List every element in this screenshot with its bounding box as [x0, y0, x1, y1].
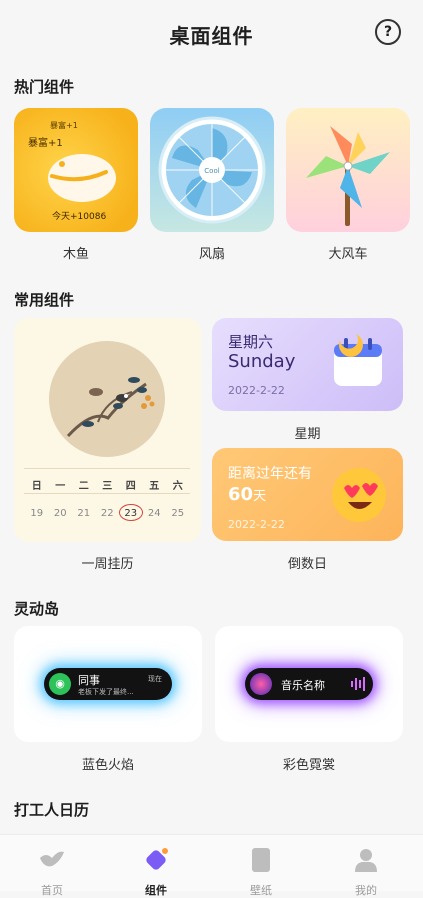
countdown-caption: 倒数日: [287, 557, 327, 572]
wooden-fish-icon: [48, 154, 116, 202]
fan-brand-label: Cool: [204, 167, 219, 175]
weekday-cn: 星期六: [228, 333, 274, 351]
section-title-worker: 打工人日历: [14, 801, 90, 819]
profile-icon: [355, 849, 377, 872]
wallpaper-icon: [252, 848, 270, 872]
blue-flame-time: 现在: [148, 675, 162, 683]
muyu-caption: 木鱼: [62, 247, 89, 262]
calendar-moon-icon: [334, 334, 382, 386]
countdown-date: 2022-2-22: [228, 518, 285, 531]
bottom-tab-bar: 首页 组件 壁纸 我的: [0, 834, 423, 897]
muyu-small-text-1: 暴富+1: [50, 121, 78, 130]
blue-flame-subtitle: 老板下发了最终...: [78, 688, 134, 696]
weekday-caption: 星期: [294, 427, 321, 442]
blue-flame-caption: 蓝色火焰: [81, 758, 134, 773]
heart-eyes-emoji-icon: [332, 468, 386, 522]
section-title-hot: 热门组件: [14, 78, 75, 96]
flower-bird-painting-icon: [49, 341, 165, 457]
rainbow-caption: 彩色霓裳: [282, 758, 335, 773]
countdown-title: 距离过年还有: [228, 466, 312, 482]
fan-caption: 风扇: [198, 247, 225, 262]
windmill-caption: 大风车: [328, 247, 368, 262]
section-title-island: 灵动岛: [14, 600, 60, 618]
today-circle: 23: [119, 504, 143, 521]
blue-flame-widget-card[interactable]: ◉ 同事 老板下发了最终... 现在: [14, 626, 202, 742]
fan-widget-card[interactable]: Cool: [150, 108, 274, 232]
weekday-en: Sunday: [228, 351, 296, 372]
week-calendar-caption: 一周挂历: [81, 557, 134, 572]
bird-icon: [40, 851, 64, 867]
muyu-widget-card[interactable]: 暴富+1 暴富+1 今天+10086: [14, 108, 138, 232]
wechat-icon: ◉: [49, 673, 71, 695]
weekday-header: 日一二三四五六: [31, 481, 183, 492]
week-days-row: 19 20 21 22 23 24 25: [25, 504, 191, 521]
section-title-common: 常用组件: [14, 291, 75, 309]
countdown-widget-card[interactable]: 距离过年还有 60天 2022-2-22: [212, 448, 403, 541]
blue-flame-pill: ◉ 同事 老板下发了最终... 现在: [44, 668, 172, 700]
tab-wallpaper[interactable]: 壁纸: [221, 835, 301, 897]
muyu-today-count: 今天+10086: [52, 212, 107, 222]
widget-icon: [146, 848, 168, 870]
help-icon[interactable]: ?: [375, 19, 401, 45]
windmill-widget-card[interactable]: [286, 108, 410, 232]
weekday-date: 2022-2-22: [228, 384, 285, 397]
page-title: 桌面组件: [169, 24, 254, 48]
tab-home[interactable]: 首页: [12, 835, 92, 897]
tab-widgets[interactable]: 组件: [116, 835, 196, 897]
blue-flame-title: 同事: [78, 674, 100, 687]
tab-profile[interactable]: 我的: [326, 835, 406, 897]
music-title: 音乐名称: [281, 679, 325, 692]
album-cover-icon: [250, 673, 272, 695]
weekday-widget-card[interactable]: 星期六 Sunday 2022-2-22: [212, 318, 403, 411]
countdown-days: 60天: [228, 484, 267, 505]
fan-icon: Cool: [158, 116, 266, 224]
rainbow-pill: 音乐名称: [245, 668, 373, 700]
rainbow-widget-card[interactable]: 音乐名称: [215, 626, 403, 742]
sound-wave-icon: [351, 677, 365, 691]
windmill-icon: [306, 126, 390, 226]
